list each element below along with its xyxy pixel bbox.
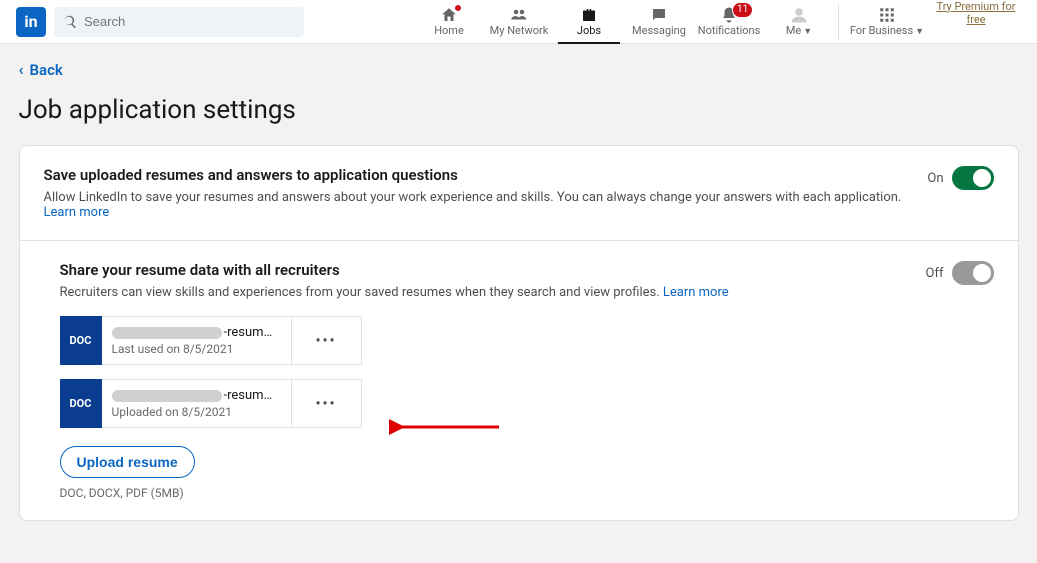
- back-label: Back: [30, 61, 63, 79]
- upload-resume-button[interactable]: Upload resume: [60, 446, 195, 478]
- resume-item: DOC -resum… Last used on 8/5/2021 •••: [60, 316, 994, 365]
- nav-premium[interactable]: Try Premium for free: [931, 0, 1021, 44]
- learn-more-link[interactable]: Learn more: [44, 205, 110, 220]
- nav-label: Home: [434, 24, 464, 37]
- resume-filename: -resum…: [112, 325, 281, 340]
- section-share-recruiters: Share your resume data with all recruite…: [20, 240, 1018, 520]
- resume-filename: -resum…: [112, 388, 281, 403]
- linkedin-logo[interactable]: in: [16, 7, 46, 37]
- share-recruiters-toggle[interactable]: [952, 261, 994, 285]
- redacted-text: [112, 327, 222, 339]
- page-title: Job application settings: [19, 95, 1019, 125]
- section-desc: Allow LinkedIn to save your resumes and …: [44, 190, 928, 220]
- more-dots-icon: •••: [315, 333, 336, 349]
- nav-label: Me▼: [786, 24, 812, 37]
- nav-messaging[interactable]: Messaging: [624, 0, 694, 44]
- section-desc: Recruiters can view skills and experienc…: [60, 285, 729, 300]
- resume-more-button[interactable]: •••: [292, 316, 362, 365]
- learn-more-link[interactable]: Learn more: [663, 285, 729, 300]
- nav-jobs[interactable]: Jobs: [554, 0, 624, 44]
- nav-notifications[interactable]: 11 Notifications: [694, 0, 764, 44]
- section-save-resumes: Save uploaded resumes and answers to app…: [20, 146, 1018, 240]
- chat-icon: [650, 6, 668, 24]
- settings-card: Save uploaded resumes and answers to app…: [19, 145, 1019, 521]
- save-resumes-toggle[interactable]: [952, 166, 994, 190]
- notifications-badge: 11: [732, 2, 753, 18]
- toggle-state-label: On: [927, 171, 943, 186]
- nav-label: Notifications: [698, 24, 761, 37]
- section-title: Share your resume data with all recruite…: [60, 261, 729, 279]
- resume-meta: Last used on 8/5/2021: [112, 342, 281, 356]
- nav-network[interactable]: My Network: [484, 0, 554, 44]
- resume-item: DOC -resum… Uploaded on 8/5/2021 •••: [60, 379, 994, 428]
- apps-grid-icon: [878, 6, 896, 24]
- resume-meta: Uploaded on 8/5/2021: [112, 405, 281, 419]
- resume-info[interactable]: -resum… Last used on 8/5/2021: [102, 316, 292, 365]
- nav-me[interactable]: Me▼: [764, 0, 834, 44]
- nav-label: Jobs: [577, 24, 601, 37]
- avatar-icon: [790, 6, 808, 24]
- chevron-left-icon: ‹: [19, 60, 24, 79]
- search-input-wrap[interactable]: [54, 7, 304, 37]
- redacted-text: [112, 390, 222, 402]
- nav-business[interactable]: For Business▼: [843, 0, 931, 44]
- doc-type-badge: DOC: [60, 379, 102, 428]
- search-input[interactable]: [84, 14, 296, 29]
- resume-more-button[interactable]: •••: [292, 379, 362, 428]
- search-icon: [62, 14, 78, 30]
- premium-link[interactable]: Try Premium for free: [937, 0, 1016, 26]
- section-title: Save uploaded resumes and answers to app…: [44, 166, 928, 184]
- briefcase-icon: [580, 6, 598, 24]
- home-badge: [454, 4, 462, 12]
- nav-home[interactable]: Home: [414, 0, 484, 44]
- back-link[interactable]: ‹ Back: [19, 60, 1019, 79]
- nav-divider: [838, 4, 839, 40]
- nav-label: Messaging: [632, 24, 686, 37]
- people-icon: [510, 6, 528, 24]
- more-dots-icon: •••: [315, 396, 336, 412]
- nav-label: My Network: [490, 24, 549, 37]
- toggle-state-label: Off: [926, 266, 944, 281]
- upload-hint: DOC, DOCX, PDF (5MB): [60, 486, 994, 500]
- doc-type-badge: DOC: [60, 316, 102, 365]
- global-nav: in Home My Network Jobs Messaging 11 Not…: [0, 0, 1037, 44]
- nav-label: For Business▼: [850, 24, 924, 37]
- resume-info[interactable]: -resum… Uploaded on 8/5/2021: [102, 379, 292, 428]
- resume-list: DOC -resum… Last used on 8/5/2021 ••• DO…: [60, 316, 994, 500]
